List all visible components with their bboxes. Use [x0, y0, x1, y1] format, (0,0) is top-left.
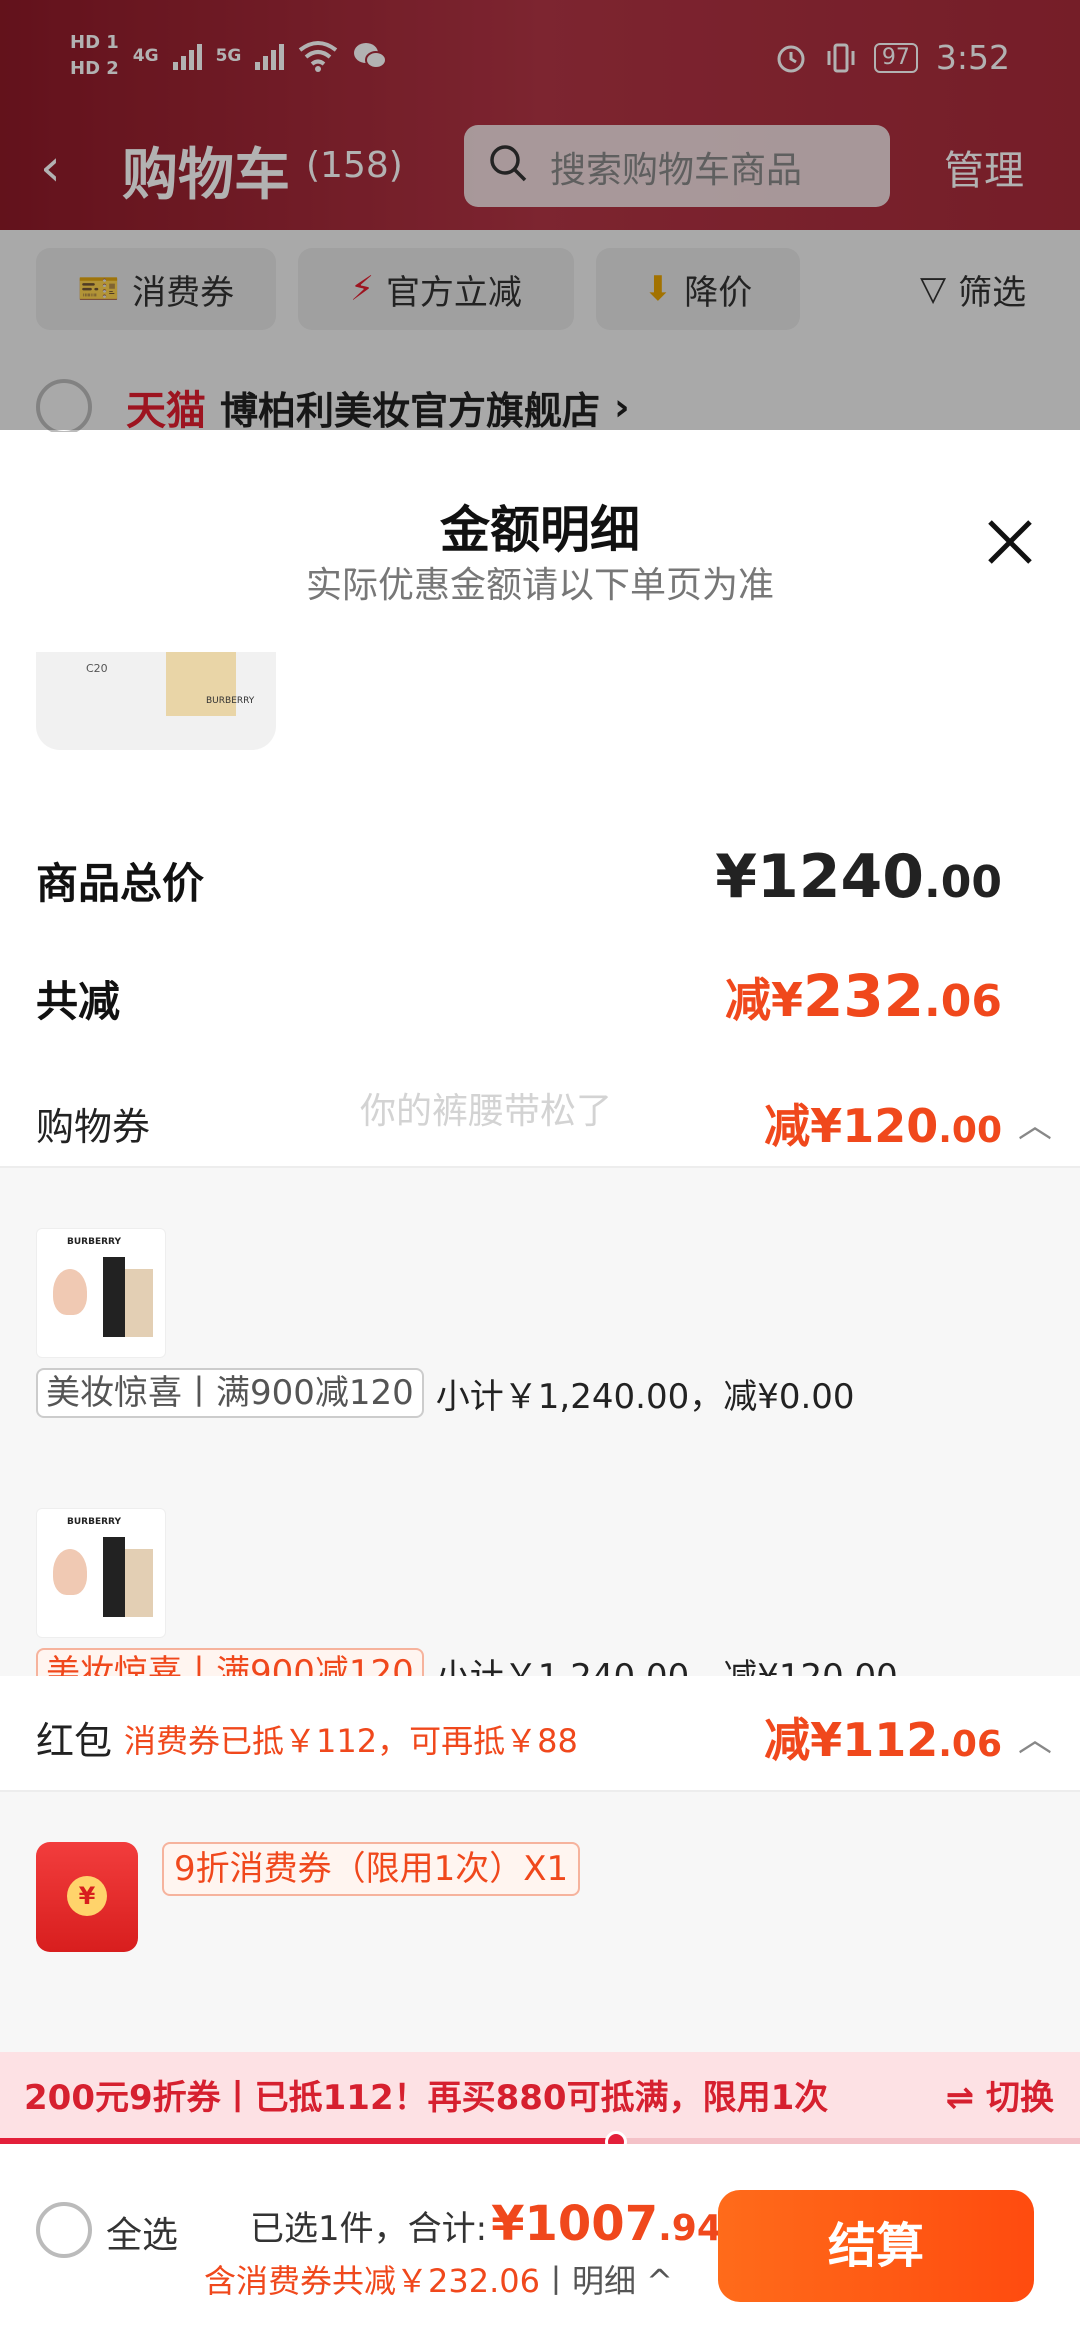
- box-graphic: [125, 1269, 153, 1337]
- amount-int: 1007: [524, 2196, 659, 2252]
- swatch-graphic: [53, 1549, 87, 1595]
- discount-value: 减¥232.06: [725, 962, 1002, 1030]
- voucher-label: 购物券: [36, 1105, 151, 1149]
- total-dec: .00: [924, 857, 1002, 908]
- select-all-label[interactable]: 全选: [106, 2206, 178, 2258]
- discount-label: 共减: [36, 977, 121, 1026]
- total-label: 商品总价: [36, 859, 205, 908]
- thumb-label: C20: [86, 662, 108, 675]
- swatch-graphic: [53, 1269, 87, 1315]
- promo-banner: 200元9折券丨已抵112！再买880可抵满，限用1次 ⇌ 切换: [0, 2052, 1080, 2153]
- selected-count: 已选1件，合计:: [250, 2209, 488, 2249]
- chevron-up-icon[interactable]: ︿: [1018, 1712, 1052, 1761]
- red-envelope-icon: ¥: [36, 1842, 138, 1952]
- switch-button[interactable]: ⇌ 切换: [946, 2070, 1054, 2119]
- red-packet-note: 消费券已抵￥112，可再抵￥88: [124, 1722, 578, 1760]
- red-packet-label: 红包: [36, 1719, 113, 1763]
- product-thumbnail: C20 BURBERRY: [36, 652, 276, 750]
- currency-symbol: ¥: [715, 842, 758, 912]
- total-summary: 已选1件，合计: ¥1007.94: [250, 2196, 722, 2252]
- chevron-up-icon[interactable]: ︿: [1018, 1098, 1052, 1147]
- voucher-row[interactable]: 购物券 减¥120.00 ︿: [0, 1078, 1080, 1166]
- red-packet-int: 112: [842, 1713, 939, 1767]
- product-image: BURBERRY: [36, 1228, 166, 1358]
- promo-text: 200元9折券丨已抵112！再买880可抵满，限用1次: [24, 2078, 829, 2118]
- red-packet-detail-area: ¥ 9折消费券（限用1次）X1: [0, 1792, 1080, 2052]
- total-value: ¥1240.00: [715, 842, 1002, 912]
- discount-summary: 含消费券共减￥232.06丨明细 ^: [204, 2256, 673, 2302]
- product-brand: BURBERRY: [67, 1237, 121, 1247]
- red-packet-dec: .06: [938, 1724, 1002, 1765]
- voucher-dec: .00: [938, 1110, 1002, 1151]
- detail-toggle[interactable]: 丨明细 ^: [540, 2262, 673, 2300]
- checkout-bar: 全选 已选1件，合计: ¥1007.94 含消费券共减￥232.06丨明细 ^ …: [0, 2144, 1080, 2340]
- voucher-int: 120: [842, 1099, 939, 1153]
- discount-note: 含消费券共减￥232.06: [204, 2262, 540, 2300]
- red-packet-value: 减¥112.06: [764, 1704, 1002, 1770]
- thumb-brand: BURBERRY: [206, 696, 255, 706]
- promo-tag: 美妆惊喜丨满900减120: [36, 1368, 424, 1418]
- close-icon[interactable]: [982, 514, 1038, 570]
- checkout-button[interactable]: 结算: [718, 2190, 1034, 2302]
- discount-dec: .06: [924, 976, 1002, 1027]
- product-brand: BURBERRY: [67, 1517, 121, 1527]
- total-amount: ¥1007.94: [491, 2196, 722, 2252]
- sheet-title: 金额明细: [440, 501, 640, 559]
- select-all-radio[interactable]: [36, 2202, 92, 2258]
- bottle-graphic: [103, 1257, 125, 1337]
- red-packet-row[interactable]: 红包 消费券已抵￥112，可再抵￥88 减¥112.06 ︿: [0, 1676, 1080, 1792]
- amount-detail-sheet: 金额明细 实际优惠金额请以下单页为准 C20 BURBERRY 商品总价 ¥12…: [0, 432, 1080, 2052]
- bottle-graphic: [103, 1537, 125, 1617]
- voucher-detail-area: BURBERRY 美妆惊喜丨满900减120 小计￥1,240.00，减¥0.0…: [0, 1166, 1080, 1698]
- red-packet-prefix: 减¥: [764, 1713, 843, 1767]
- product-image: BURBERRY: [36, 1508, 166, 1638]
- sheet-subtitle: 实际优惠金额请以下单页为准: [305, 565, 774, 606]
- coin-icon: ¥: [67, 1876, 107, 1916]
- dim-overlay[interactable]: [0, 0, 1080, 430]
- discount-prefix: 减¥: [724, 973, 803, 1027]
- total-int: 1240: [757, 842, 925, 912]
- coupon-tag: 9折消费券（限用1次）X1: [162, 1842, 581, 1896]
- amount-dec: .94: [658, 2208, 722, 2249]
- discount-int: 232: [802, 962, 925, 1030]
- item-subtotal: 小计￥1,240.00，减¥0.00: [435, 1376, 855, 1417]
- product-box-graphic: [166, 652, 236, 716]
- voucher-value: 减¥120.00: [764, 1090, 1002, 1156]
- box-graphic: [125, 1549, 153, 1617]
- voucher-prefix: 减¥: [764, 1099, 843, 1153]
- amount-currency: ¥: [491, 2196, 525, 2252]
- voucher-item-row: 美妆惊喜丨满900减120 小计￥1,240.00，减¥0.00: [36, 1368, 855, 1418]
